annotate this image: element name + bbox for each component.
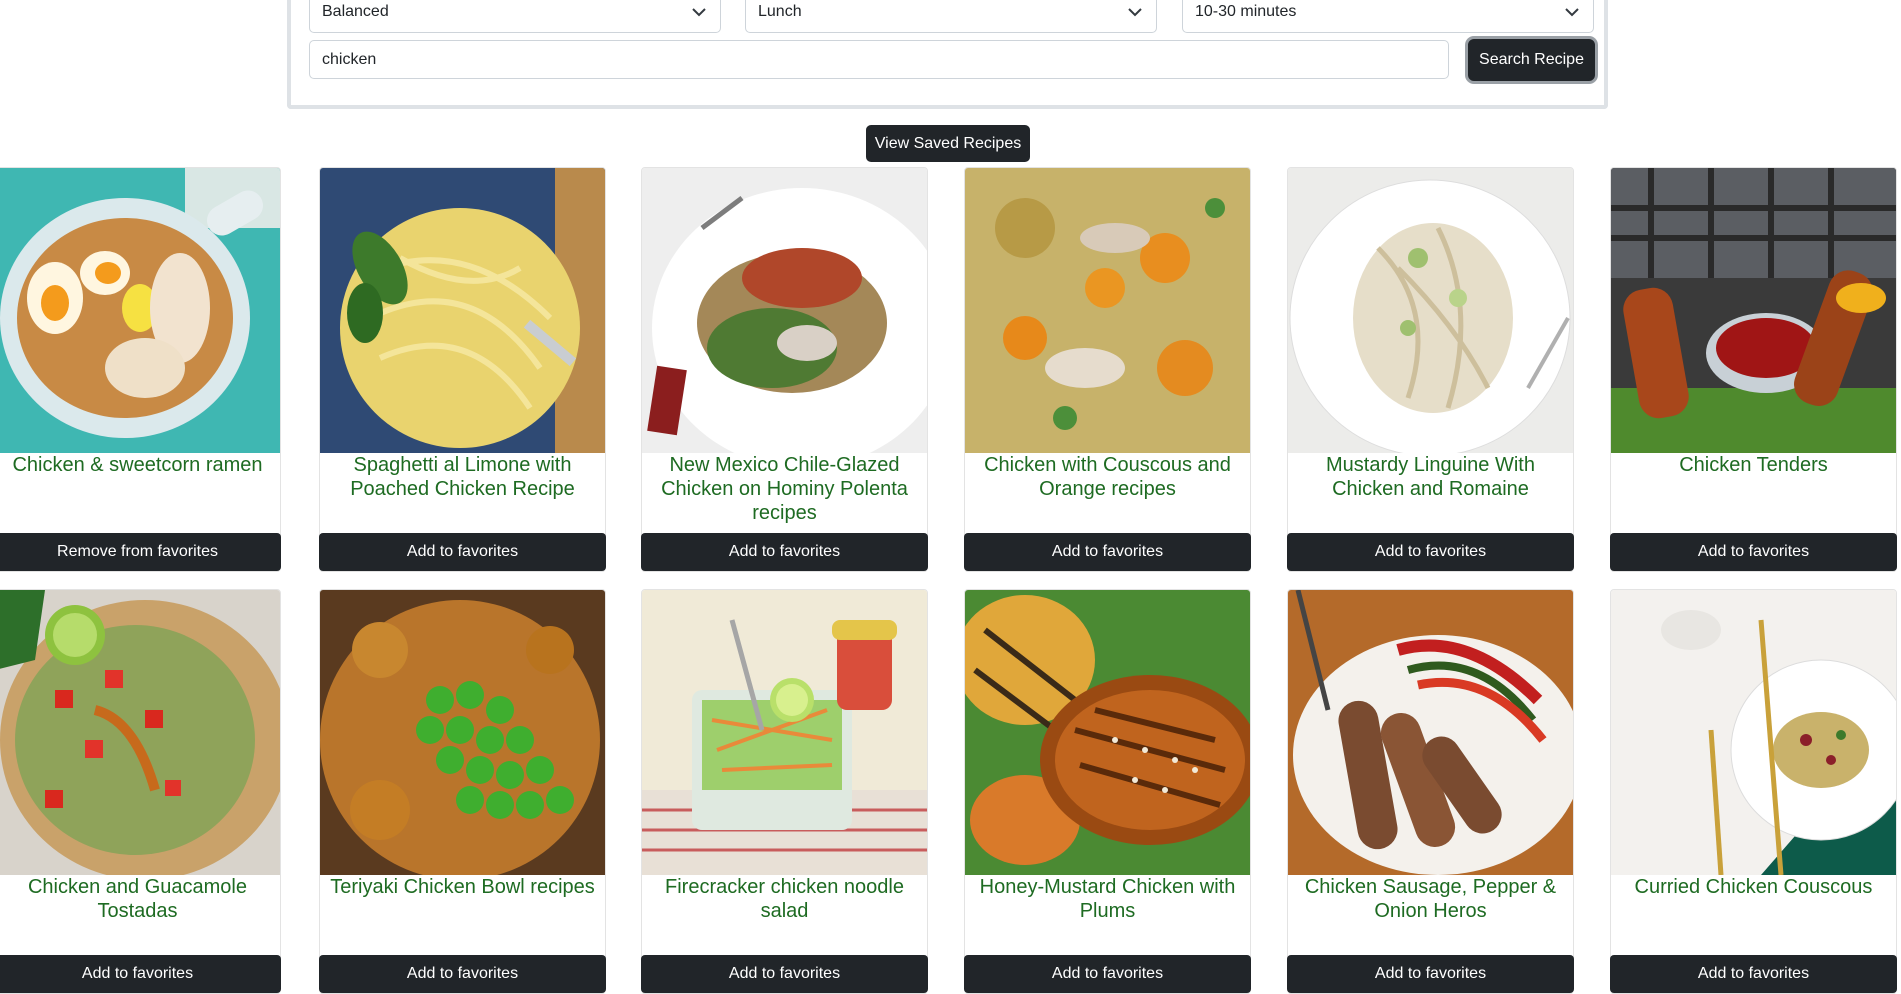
recipe-image bbox=[1611, 590, 1896, 875]
recipe-image bbox=[965, 590, 1250, 875]
recipe-image bbox=[642, 168, 927, 453]
diet-select-value: Balanced bbox=[322, 2, 389, 20]
recipe-card: Curried Chicken Couscous Add to favorites bbox=[1610, 589, 1897, 994]
add-to-favorites-button[interactable]: Add to favorites bbox=[0, 955, 281, 993]
recipe-image bbox=[1288, 168, 1573, 453]
recipe-image bbox=[320, 168, 605, 453]
view-saved-recipes-button[interactable]: View Saved Recipes bbox=[866, 125, 1030, 162]
time-select[interactable]: 10-30 minutes bbox=[1182, 0, 1594, 33]
add-to-favorites-button[interactable]: Add to favorites bbox=[319, 955, 606, 993]
search-panel: Balanced Lunch 10-30 minutes Search Reci… bbox=[287, 0, 1608, 109]
recipe-card: Chicken with Couscous and Orange recipes… bbox=[964, 167, 1251, 572]
recipe-card: Spaghetti al Limone with Poached Chicken… bbox=[319, 167, 606, 572]
recipe-card: Chicken Tenders Add to favorites bbox=[1610, 167, 1897, 572]
add-to-favorites-button[interactable]: Add to favorites bbox=[1610, 533, 1897, 571]
recipe-card: New Mexico Chile-Glazed Chicken on Homin… bbox=[641, 167, 928, 572]
recipe-title: Chicken with Couscous and Orange recipes bbox=[984, 454, 1231, 500]
add-to-favorites-button[interactable]: Add to favorites bbox=[1610, 955, 1897, 993]
diet-select[interactable]: Balanced bbox=[309, 0, 721, 33]
recipe-card: Chicken and Guacamole Tostadas Add to fav… bbox=[0, 589, 281, 994]
search-input[interactable] bbox=[309, 40, 1449, 79]
recipe-card: Teriyaki Chicken Bowl recipes Add to favo… bbox=[319, 589, 606, 994]
add-to-favorites-button[interactable]: Add to favorites bbox=[1287, 533, 1574, 571]
recipe-title: Mustardy Linguine With Chicken and Romai… bbox=[1326, 454, 1535, 500]
add-to-favorites-button[interactable]: Add to favorites bbox=[319, 533, 606, 571]
recipe-image bbox=[965, 168, 1250, 453]
recipe-card: Firecracker chicken noodle salad Add to f… bbox=[641, 589, 928, 994]
recipe-image bbox=[642, 590, 927, 875]
recipe-title: Chicken Tenders bbox=[1679, 454, 1828, 476]
add-to-favorites-button[interactable]: Add to favorites bbox=[1287, 955, 1574, 993]
recipe-card: Mustardy Linguine With Chicken and Romai… bbox=[1287, 167, 1574, 572]
add-to-favorites-button[interactable]: Add to favorites bbox=[964, 533, 1251, 571]
add-to-favorites-button[interactable]: Add to favorites bbox=[964, 955, 1251, 993]
chevron-down-icon bbox=[1563, 3, 1581, 21]
recipe-title: Spaghetti al Limone with Poached Chicken… bbox=[350, 454, 575, 500]
recipe-card: Chicken Sausage, Pepper & Onion Heros Add… bbox=[1287, 589, 1574, 994]
time-select-value: 10-30 minutes bbox=[1195, 2, 1297, 20]
recipe-title: Chicken Sausage, Pepper & Onion Heros bbox=[1304, 876, 1557, 922]
recipe-title: Honey-Mustard Chicken with Plums bbox=[979, 876, 1236, 922]
chevron-down-icon bbox=[690, 3, 708, 21]
meal-type-select[interactable]: Lunch bbox=[745, 0, 1157, 33]
recipe-title: Curried Chicken Couscous bbox=[1634, 876, 1873, 898]
recipe-card: Chicken & sweetcorn ramen Remove from fav… bbox=[0, 167, 281, 572]
recipe-image bbox=[0, 590, 280, 875]
recipe-title: New Mexico Chile-Glazed Chicken on Homin… bbox=[661, 454, 908, 524]
recipe-title: Chicken & sweetcorn ramen bbox=[12, 454, 263, 476]
remove-from-favorites-button[interactable]: Remove from favorites bbox=[0, 533, 281, 571]
add-to-favorites-button[interactable]: Add to favorites bbox=[641, 533, 928, 571]
recipe-title: Chicken and Guacamole Tostadas bbox=[27, 876, 247, 922]
recipe-image bbox=[0, 168, 280, 453]
search-recipe-button[interactable]: Search Recipe bbox=[1468, 39, 1595, 81]
recipe-image bbox=[1288, 590, 1573, 875]
recipe-card: Honey-Mustard Chicken with Plums Add to f… bbox=[964, 589, 1251, 994]
recipe-title: Firecracker chicken noodle salad bbox=[665, 876, 904, 922]
recipe-image bbox=[320, 590, 605, 875]
meal-type-select-value: Lunch bbox=[758, 2, 802, 20]
recipe-title: Teriyaki Chicken Bowl recipes bbox=[330, 876, 595, 898]
recipe-image bbox=[1611, 168, 1896, 453]
add-to-favorites-button[interactable]: Add to favorites bbox=[641, 955, 928, 993]
chevron-down-icon bbox=[1126, 3, 1144, 21]
